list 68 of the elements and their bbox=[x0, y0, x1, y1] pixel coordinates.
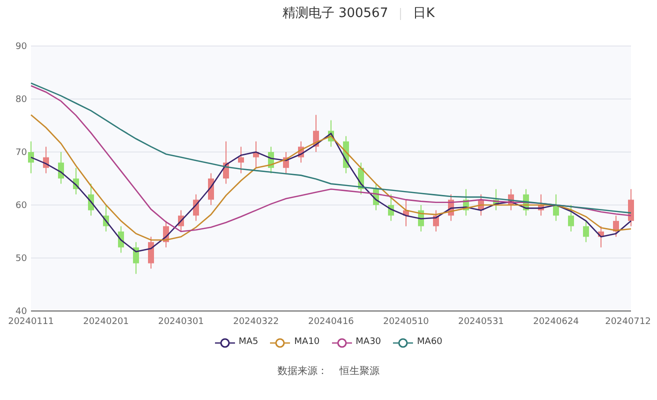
candlestick bbox=[418, 204, 424, 232]
y-axis-label: 60 bbox=[16, 201, 27, 211]
candlestick bbox=[253, 140, 259, 168]
candlestick bbox=[553, 194, 559, 222]
candlestick bbox=[523, 188, 529, 216]
y-axis-label: 70 bbox=[16, 148, 27, 158]
y-axis-label: 50 bbox=[16, 254, 27, 264]
candlestick bbox=[223, 140, 229, 184]
candlestick bbox=[313, 114, 319, 152]
y-axis-label: 80 bbox=[16, 95, 27, 105]
candlestick bbox=[118, 226, 124, 254]
x-axis-label: 20240416 bbox=[308, 317, 354, 327]
legend-label: MA60 bbox=[417, 336, 442, 349]
x-axis-label: 20240201 bbox=[83, 317, 129, 327]
legend-marker-icon[interactable] bbox=[332, 338, 352, 348]
candlestick bbox=[43, 146, 49, 174]
candlestick bbox=[58, 152, 64, 184]
candlestick bbox=[583, 220, 589, 243]
candlestick bbox=[373, 183, 379, 211]
candlestick bbox=[463, 188, 469, 216]
candlestick bbox=[448, 194, 454, 222]
candlestick bbox=[193, 194, 199, 222]
chart-period: 日K bbox=[413, 5, 435, 24]
candlestick bbox=[133, 242, 139, 274]
candlestick bbox=[388, 194, 394, 222]
candlestick bbox=[403, 199, 409, 227]
x-axis-label: 20240111 bbox=[8, 317, 54, 327]
candlestick bbox=[238, 146, 244, 174]
legend-label: MA30 bbox=[356, 336, 382, 349]
chart-title: 精测电子 300567 bbox=[282, 5, 388, 24]
legend-label: MA5 bbox=[238, 336, 258, 349]
candlestick bbox=[298, 140, 304, 164]
candlestick bbox=[598, 226, 604, 248]
candlestick bbox=[268, 146, 274, 174]
x-axis-label: 20240322 bbox=[233, 317, 279, 327]
candlestick bbox=[613, 215, 619, 238]
x-axis-label: 20240624 bbox=[533, 317, 579, 327]
candlestick bbox=[628, 188, 634, 227]
source-label: 数据来源： bbox=[278, 364, 328, 378]
legend-marker-icon[interactable] bbox=[393, 338, 414, 348]
candlestick bbox=[493, 188, 499, 211]
legend-marker-icon[interactable] bbox=[214, 338, 235, 348]
candlestick bbox=[568, 204, 574, 232]
candlestick bbox=[163, 220, 169, 248]
x-axis-label: 20240510 bbox=[383, 317, 429, 327]
candlestick bbox=[283, 152, 289, 174]
x-axis-label: 20240712 bbox=[605, 317, 651, 327]
candlestick bbox=[538, 194, 544, 216]
candlestick bbox=[433, 210, 439, 232]
candlestick bbox=[358, 162, 364, 195]
candlestick bbox=[478, 194, 484, 216]
legend-label: MA10 bbox=[294, 336, 320, 349]
candlestick bbox=[73, 167, 79, 195]
source-value: 恒生聚源 bbox=[340, 364, 380, 378]
x-axis-label: 20240301 bbox=[158, 317, 204, 327]
candlestick bbox=[343, 136, 349, 174]
y-axis-label: 40 bbox=[16, 307, 27, 317]
candlestick bbox=[178, 210, 184, 232]
legend-marker-icon[interactable] bbox=[270, 338, 290, 348]
candlestick bbox=[208, 172, 214, 206]
candlestick bbox=[28, 140, 34, 174]
y-axis-label: 90 bbox=[16, 42, 27, 52]
x-axis-label: 20240531 bbox=[458, 317, 504, 327]
candlestick bbox=[508, 188, 514, 211]
candlestick bbox=[328, 120, 334, 148]
candlestick bbox=[148, 236, 154, 270]
candlestick bbox=[103, 204, 109, 232]
candlestick bbox=[88, 183, 94, 216]
